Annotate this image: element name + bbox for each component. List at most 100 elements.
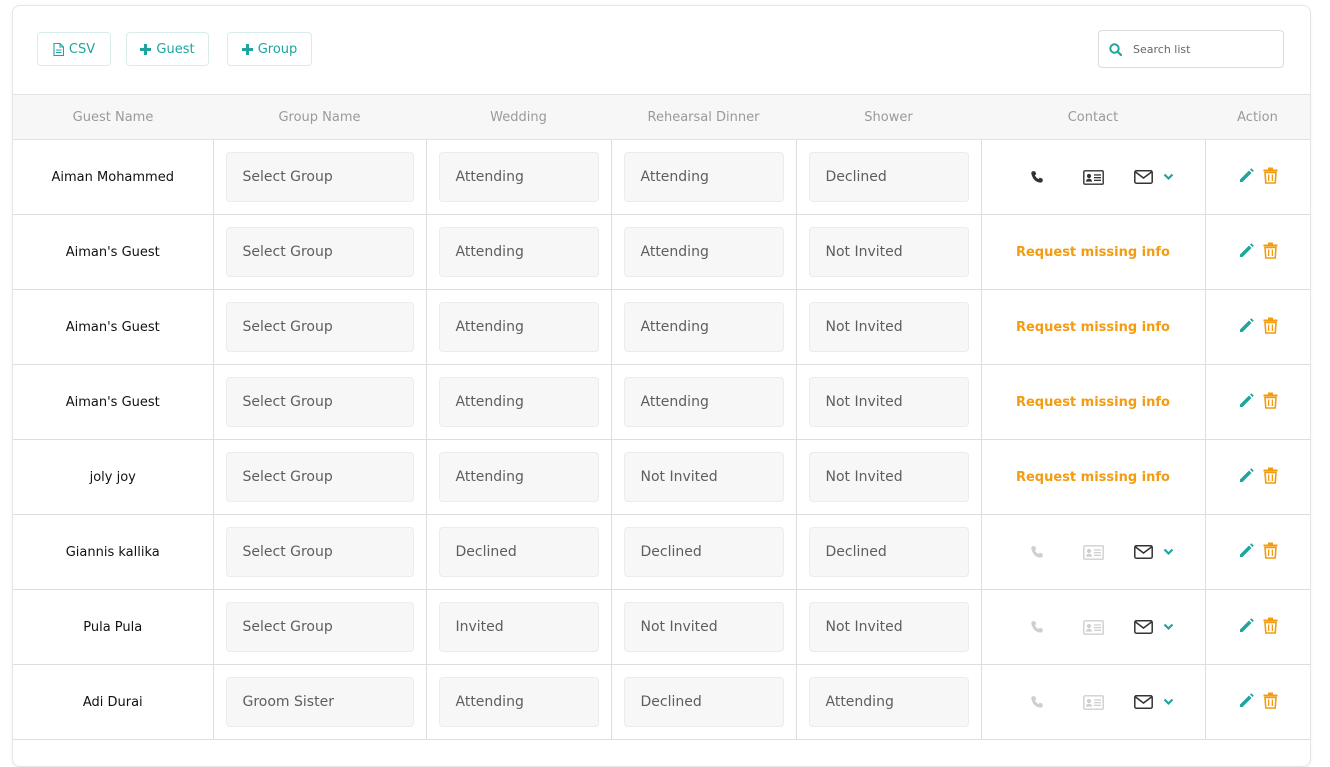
wedding-status-select[interactable]: Attending — [438, 677, 599, 727]
column-header-group-name[interactable]: Group Name — [213, 94, 426, 140]
contact-card-icon[interactable] — [1062, 544, 1124, 560]
group-select[interactable]: Select Group — [225, 602, 414, 652]
edit-pencil-icon[interactable] — [1238, 692, 1255, 713]
delete-trash-icon[interactable] — [1263, 617, 1278, 638]
shower-cell: Not Invited — [795, 364, 982, 440]
wedding-status-select[interactable]: Invited — [438, 602, 599, 652]
rehearsal-status-select[interactable]: Declined — [623, 677, 784, 727]
shower-cell: Not Invited — [795, 289, 982, 365]
delete-trash-icon[interactable] — [1263, 242, 1278, 263]
phone-icon[interactable] — [1012, 170, 1062, 185]
delete-trash-icon[interactable] — [1263, 542, 1278, 563]
guest-label: Guest — [156, 41, 195, 57]
shower-status-select[interactable]: Not Invited — [808, 377, 969, 427]
request-missing-info-link[interactable]: Request missing info — [1016, 245, 1170, 260]
csv-button[interactable]: CSV — [37, 32, 111, 66]
phone-icon[interactable] — [1012, 695, 1062, 710]
mail-icon[interactable] — [1124, 170, 1162, 184]
edit-pencil-icon[interactable] — [1238, 617, 1255, 638]
shower-status-select[interactable]: Attending — [808, 677, 969, 727]
mail-icon[interactable] — [1124, 545, 1162, 559]
contact-cell — [980, 514, 1206, 590]
request-missing-info-link[interactable]: Request missing info — [1016, 470, 1170, 485]
rehearsal-status-select[interactable]: Attending — [623, 152, 784, 202]
delete-trash-icon[interactable] — [1263, 317, 1278, 338]
shower-cell: Not Invited — [795, 589, 982, 665]
group-name-cell: Select Group — [212, 214, 427, 290]
phone-icon[interactable] — [1012, 545, 1062, 560]
rehearsal-status-select[interactable]: Not Invited — [623, 452, 784, 502]
group-select[interactable]: Select Group — [225, 227, 414, 277]
column-header-shower[interactable]: Shower — [796, 94, 981, 140]
wedding-status-select[interactable]: Attending — [438, 377, 599, 427]
wedding-cell: Attending — [425, 439, 612, 515]
wedding-status-select[interactable]: Attending — [438, 227, 599, 277]
add-guest-button[interactable]: Guest — [126, 32, 209, 66]
group-select[interactable]: Groom Sister — [225, 677, 414, 727]
delete-trash-icon[interactable] — [1263, 167, 1278, 188]
wedding-status-select[interactable]: Attending — [438, 152, 599, 202]
mail-icon[interactable] — [1124, 695, 1162, 709]
group-select[interactable]: Select Group — [225, 452, 414, 502]
chevron-down-icon[interactable] — [1162, 623, 1174, 631]
guest-name: Aiman Mohammed — [51, 169, 174, 185]
wedding-cell: Attending — [425, 139, 612, 215]
add-group-button[interactable]: Group — [227, 32, 312, 66]
rehearsal-status-select[interactable]: Attending — [623, 227, 784, 277]
action-cell — [1204, 289, 1310, 365]
shower-status-select[interactable]: Not Invited — [808, 302, 969, 352]
edit-pencil-icon[interactable] — [1238, 317, 1255, 338]
shower-status-select[interactable]: Declined — [808, 527, 969, 577]
column-header-guest-name[interactable]: Guest Name — [13, 94, 213, 140]
chevron-down-icon[interactable] — [1162, 173, 1174, 181]
action-cell — [1204, 664, 1310, 740]
chevron-down-icon[interactable] — [1162, 548, 1174, 556]
edit-pencil-icon[interactable] — [1238, 392, 1255, 413]
guest-name-cell: joly joy — [13, 439, 214, 515]
wedding-status-select[interactable]: Attending — [438, 302, 599, 352]
group-select[interactable]: Select Group — [225, 152, 414, 202]
edit-pencil-icon[interactable] — [1238, 542, 1255, 563]
wedding-status-select[interactable]: Declined — [438, 527, 599, 577]
rehearsal-cell: Not Invited — [610, 439, 797, 515]
mail-icon[interactable] — [1124, 620, 1162, 634]
group-select[interactable]: Select Group — [225, 527, 414, 577]
rehearsal-status-select[interactable]: Attending — [623, 377, 784, 427]
group-name-cell: Select Group — [212, 289, 427, 365]
group-select[interactable]: Select Group — [225, 377, 414, 427]
request-missing-info-link[interactable]: Request missing info — [1016, 320, 1170, 335]
column-header-rehearsal-dinner[interactable]: Rehearsal Dinner — [611, 94, 796, 140]
guest-name-cell: Pula Pula — [13, 589, 214, 665]
rehearsal-status-select[interactable]: Attending — [623, 302, 784, 352]
shower-status-select[interactable]: Declined — [808, 152, 969, 202]
group-select[interactable]: Select Group — [225, 302, 414, 352]
action-cell — [1204, 514, 1310, 590]
action-cell — [1204, 439, 1310, 515]
rehearsal-status-select[interactable]: Declined — [623, 527, 784, 577]
edit-pencil-icon[interactable] — [1238, 167, 1255, 188]
wedding-status-select[interactable]: Attending — [438, 452, 599, 502]
search-input[interactable] — [1131, 41, 1275, 57]
column-header-action: Action — [1205, 94, 1310, 140]
rehearsal-status-select[interactable]: Not Invited — [623, 602, 784, 652]
column-header-wedding[interactable]: Wedding — [426, 94, 611, 140]
shower-status-select[interactable]: Not Invited — [808, 227, 969, 277]
edit-pencil-icon[interactable] — [1238, 467, 1255, 488]
contact-card-icon[interactable] — [1062, 694, 1124, 710]
contact-card-icon[interactable] — [1062, 169, 1124, 185]
table-header-row: Guest Name Group Name Wedding Rehearsal … — [13, 94, 1310, 140]
chevron-down-icon[interactable] — [1162, 698, 1174, 706]
delete-trash-icon[interactable] — [1263, 392, 1278, 413]
delete-trash-icon[interactable] — [1263, 692, 1278, 713]
shower-status-select[interactable]: Not Invited — [808, 452, 969, 502]
shower-status-select[interactable]: Not Invited — [808, 602, 969, 652]
group-name-cell: Select Group — [212, 364, 427, 440]
request-missing-info-link[interactable]: Request missing info — [1016, 395, 1170, 410]
shower-cell: Attending — [795, 664, 982, 740]
contact-card-icon[interactable] — [1062, 619, 1124, 635]
table-row: Adi Durai Groom Sister Attending Decline… — [13, 664, 1310, 740]
phone-icon[interactable] — [1012, 620, 1062, 635]
edit-pencil-icon[interactable] — [1238, 242, 1255, 263]
group-name-cell: Groom Sister — [212, 664, 427, 740]
delete-trash-icon[interactable] — [1263, 467, 1278, 488]
